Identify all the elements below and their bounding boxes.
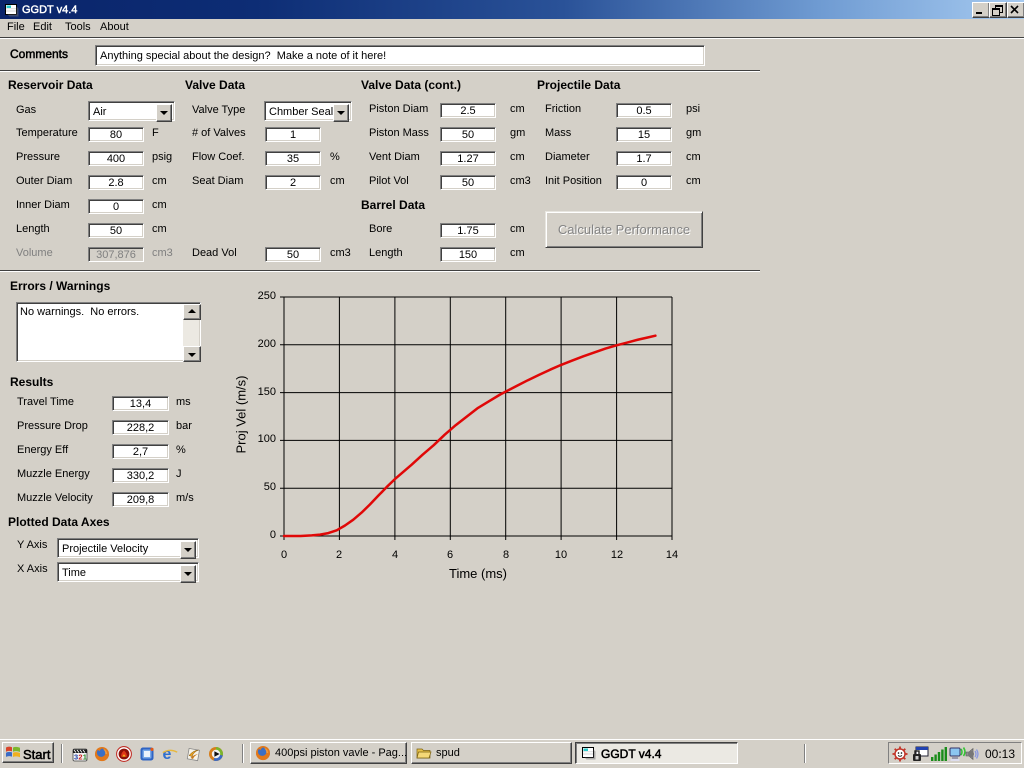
- svg-text:1: 1: [83, 753, 87, 762]
- svg-text:e: e: [163, 746, 172, 762]
